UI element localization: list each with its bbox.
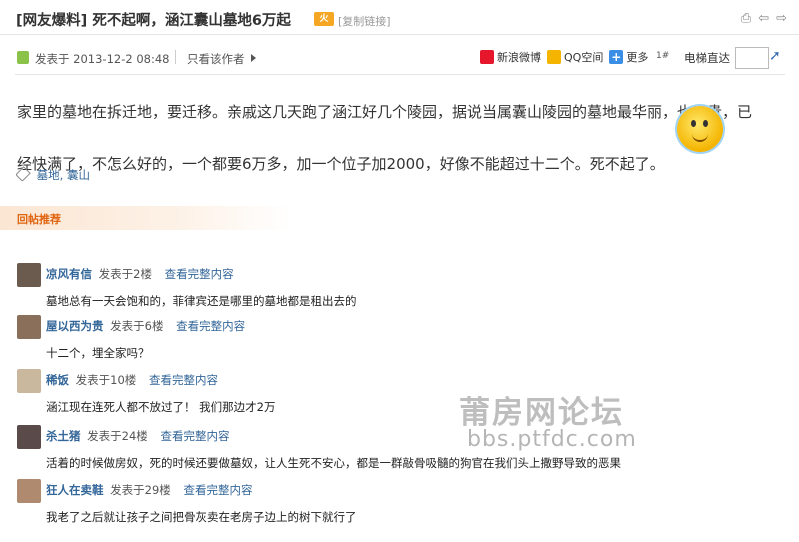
post-content: 家里的墓地在拆迁地，要迁移。亲戚这几天跑了涵江好几个陵园，据说当属囊山陵园的墓地… [17, 86, 787, 190]
reply-user[interactable]: 稀饭 [46, 373, 69, 387]
smiley-emoji-icon [677, 106, 723, 152]
post-date: 发表于 2013-12-2 08:48 [35, 52, 170, 66]
reply-text: 我老了之后就让孩子之间把骨灰卖在老房子边上的树下就行了 [46, 510, 357, 524]
floor-number: 1# [656, 51, 670, 61]
view-full-link[interactable]: 查看完整内容 [165, 267, 234, 281]
next-thread-icon[interactable]: ⇨ [776, 11, 787, 26]
qzone-icon [547, 50, 561, 64]
reply-user[interactable]: 屋以西为贵 [46, 319, 104, 333]
thread-category[interactable]: [网友爆料] [16, 13, 87, 29]
reply-floor: 发表于29楼 [110, 483, 171, 497]
avatar[interactable] [17, 369, 41, 393]
print-icon[interactable]: ⎙ [741, 11, 751, 26]
reply-floor: 发表于10楼 [75, 373, 137, 387]
view-full-link[interactable]: 查看完整内容 [183, 483, 252, 497]
chevron-right-icon [251, 54, 256, 62]
copy-link[interactable]: [复制链接] [338, 13, 391, 29]
avatar[interactable] [17, 479, 41, 503]
reply-floor: 发表于24楼 [87, 429, 148, 443]
plus-icon: + [609, 50, 624, 64]
hot-badge: 火 [314, 12, 334, 26]
avatar[interactable] [17, 315, 41, 339]
prev-thread-icon[interactable]: ⇦ [758, 11, 769, 26]
divider [0, 34, 799, 35]
reply-text: 活着的时候做房奴，死的时候还要做墓奴，让人生死不安心，都是一群敲骨吸髓的狗官在我… [46, 456, 621, 470]
tag-item[interactable]: 墓地 [37, 168, 60, 182]
watermark-title: 莆房网论坛 [459, 395, 624, 431]
divider [175, 50, 176, 64]
share-weibo-label: 新浪微博 [497, 51, 541, 64]
share-weibo[interactable]: 新浪微博 [480, 49, 541, 65]
share-more-label: 更多 [626, 51, 649, 64]
weibo-icon [480, 50, 494, 64]
share-qzone[interactable]: QQ空间 [547, 49, 603, 65]
only-author-link[interactable]: 只看该作者 [187, 51, 245, 67]
share-qzone-label: QQ空间 [564, 51, 604, 64]
avatar[interactable] [17, 263, 41, 287]
reply-user[interactable]: 凉风有信 [46, 267, 92, 281]
reply-text: 十二个，埋全家吗？ [46, 346, 150, 360]
thread-title: [网友爆料] 死不起啊，涵江囊山墓地6万起 [16, 9, 291, 30]
divider [15, 74, 785, 75]
toolbar-icons: ⎙ ⇦ ⇨ [741, 11, 787, 26]
elevator-label: 电梯直达 [684, 51, 730, 65]
reply-user[interactable]: 狂人在卖鞋 [46, 483, 104, 497]
tag-list: 墓地, 囊山 [15, 166, 90, 183]
share-bar: 新浪微博 QQ空间 + 更多 [480, 49, 654, 65]
thread-title-text: 死不起啊，涵江囊山墓地6万起 [92, 13, 291, 29]
replies-title: 回帖推荐 [17, 213, 61, 226]
post-line: 家里的墓地在拆迁地，要迁移。亲戚这几天跑了涵江好几个陵园，据说当属囊山陵园的墓地… [17, 103, 753, 121]
reply-floor: 发表于2楼 [98, 267, 152, 281]
avatar[interactable] [17, 425, 41, 449]
view-full-link[interactable]: 查看完整内容 [176, 319, 245, 333]
reply-text: 涵江现在连死人都不放过了！ 我们那边才2万 [46, 400, 276, 414]
elevator-input[interactable] [735, 47, 769, 69]
view-full-link[interactable]: 查看完整内容 [160, 429, 229, 443]
reply-text: 墓地总有一天会饱和的，菲律宾还是哪里的墓地都是租出去的 [46, 294, 357, 308]
tag-icon [15, 166, 31, 182]
post-line: 经快满了，不怎么好的，一个都要6万多，加一个位子加2000，好像不能超过十二个。… [17, 155, 665, 173]
watermark-url: bbs.ptfdc.com [467, 427, 637, 452]
tag-item[interactable]: 囊山 [67, 168, 90, 182]
reply-user[interactable]: 杀土猪 [46, 429, 81, 443]
go-icon[interactable]: ➚ [769, 48, 781, 64]
reply-floor: 发表于6楼 [110, 319, 164, 333]
online-status-icon [17, 51, 29, 64]
share-more[interactable]: + 更多 [609, 49, 648, 65]
view-full-link[interactable]: 查看完整内容 [149, 373, 218, 387]
